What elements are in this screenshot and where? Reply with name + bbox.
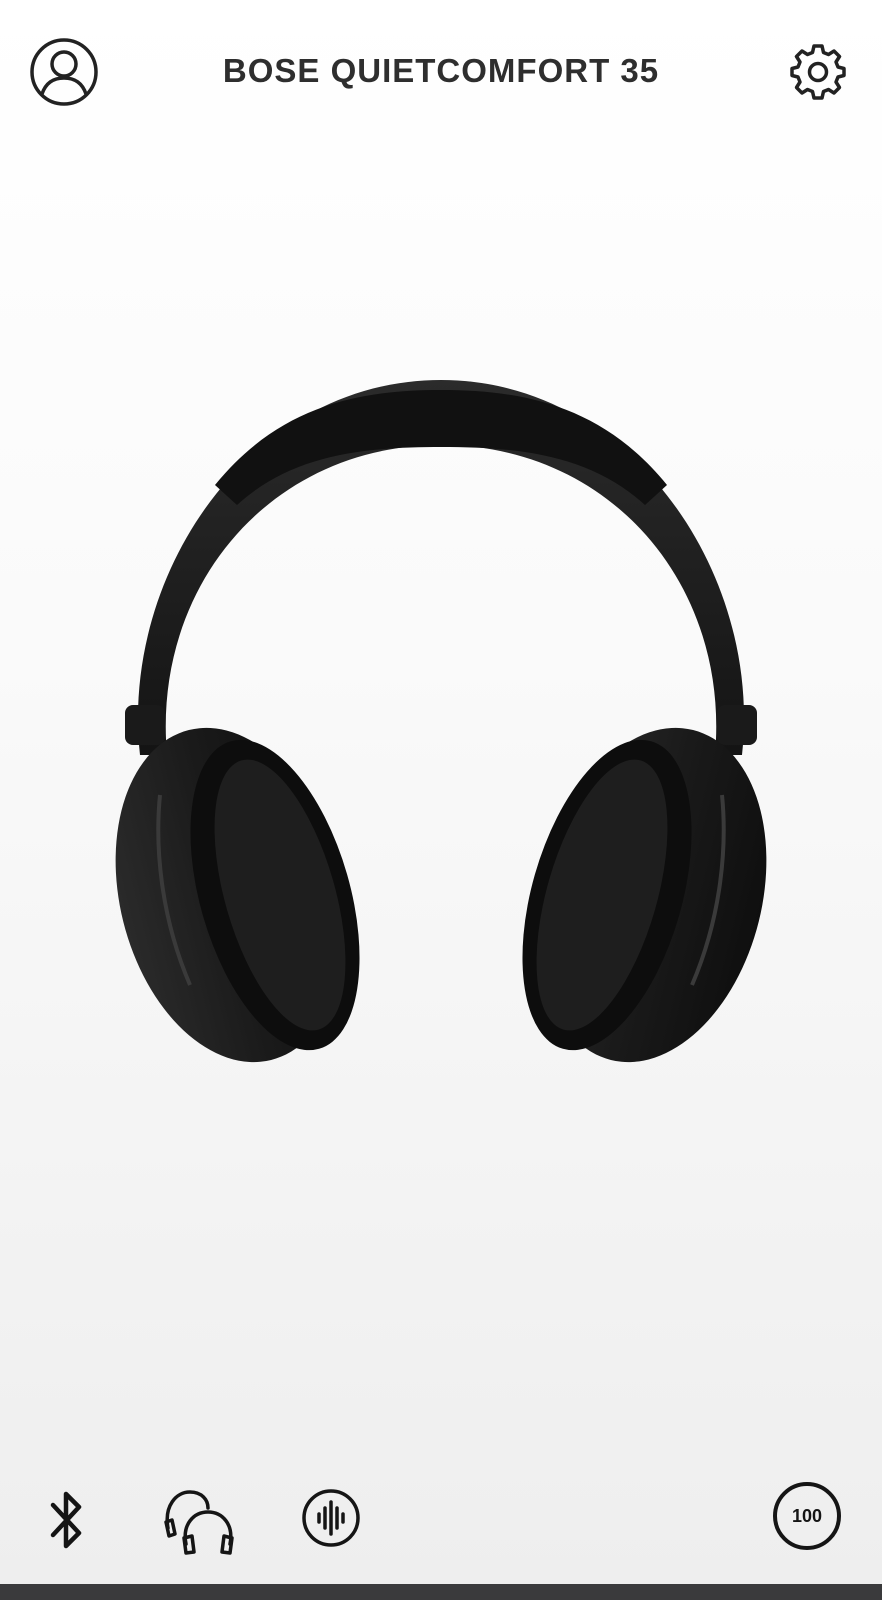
audio-waveform-icon: [302, 1489, 360, 1547]
battery-level-badge[interactable]: 100: [773, 1482, 841, 1550]
top-bar: BOSE QUIETCOMFORT 35: [0, 0, 882, 145]
bluetooth-icon: [50, 1491, 82, 1549]
system-nav-bar: [0, 1584, 882, 1600]
profile-button[interactable]: [28, 36, 100, 108]
headphones-image: [100, 375, 782, 1075]
audio-mode-button[interactable]: [300, 1487, 362, 1549]
music-share-button[interactable]: [160, 1487, 240, 1557]
user-profile-icon: [30, 38, 98, 106]
settings-button[interactable]: [788, 42, 848, 102]
gear-icon: [790, 44, 846, 100]
headphones-product-image: [115, 380, 767, 1063]
page-title: BOSE QUIETCOMFORT 35: [222, 52, 660, 89]
headphones-share-icon: [164, 1490, 234, 1555]
battery-level-value: 100: [791, 1505, 823, 1526]
bottom-toolbar: 100: [0, 1465, 882, 1580]
bluetooth-button[interactable]: [40, 1485, 94, 1555]
